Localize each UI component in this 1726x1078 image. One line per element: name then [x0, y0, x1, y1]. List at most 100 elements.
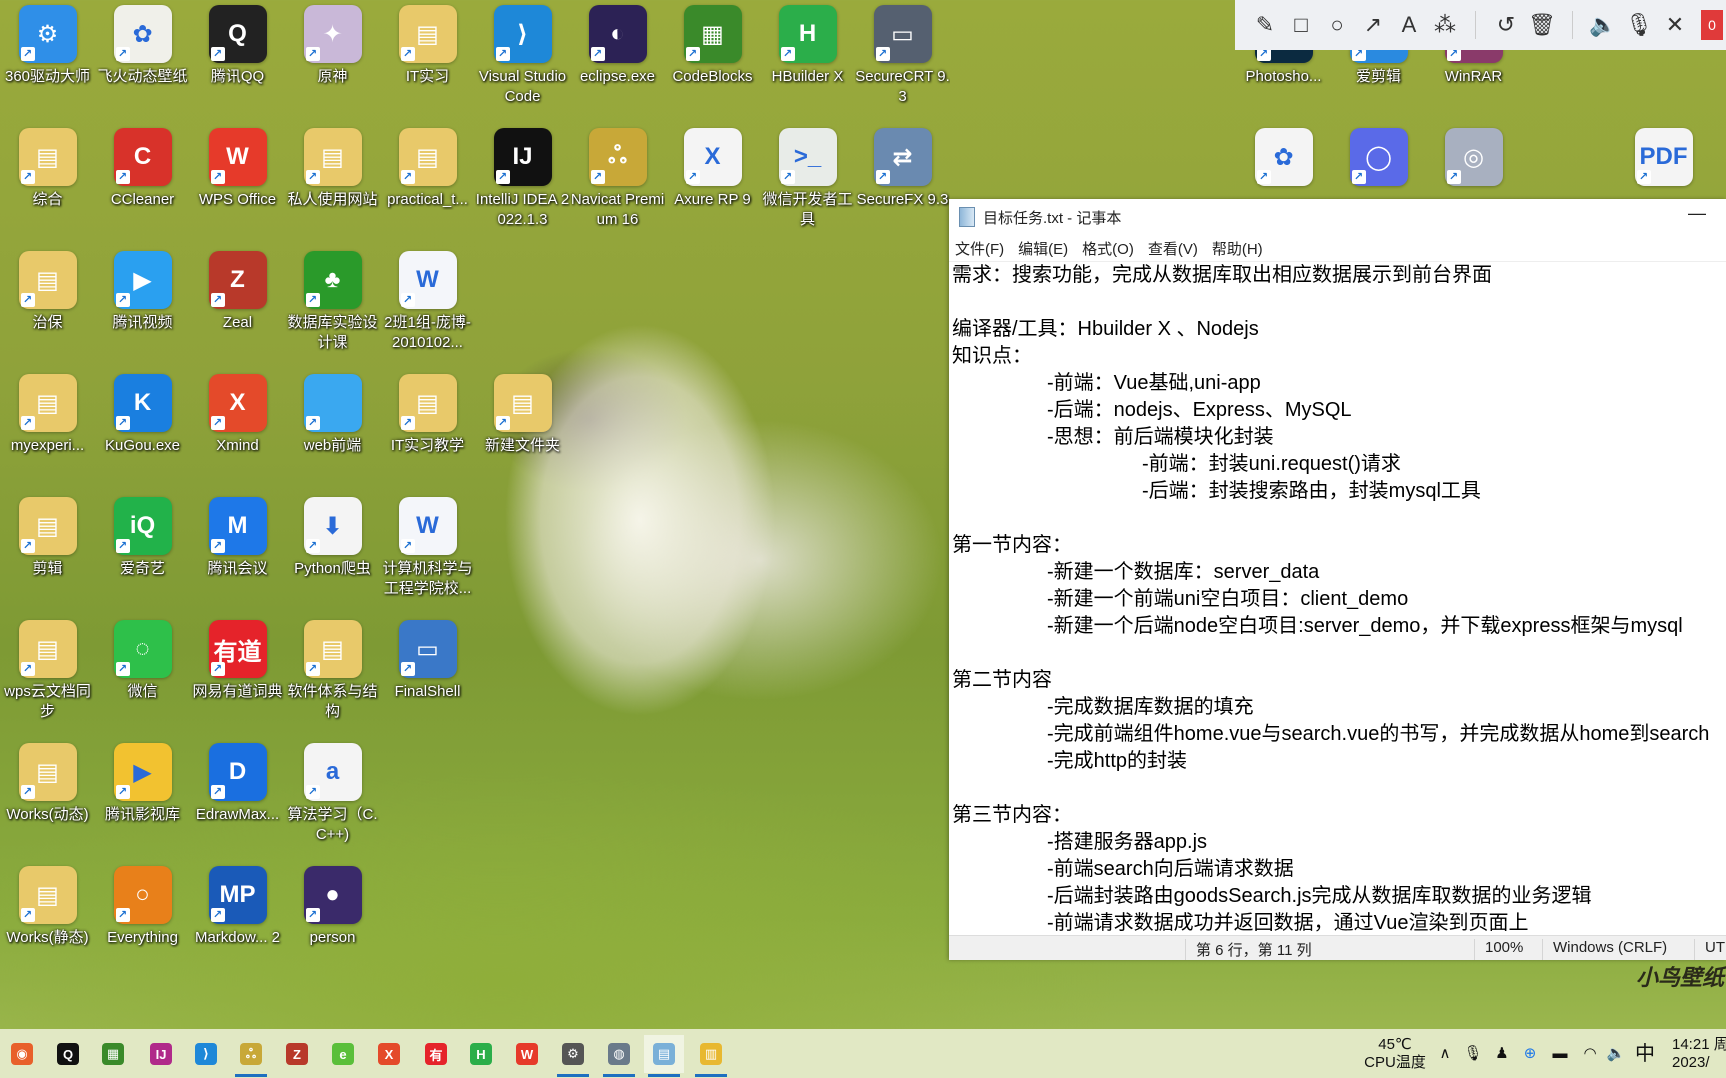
- battery-icon[interactable]: ▬: [1548, 1029, 1572, 1078]
- desktop-icon-hbuilder-x[interactable]: H ↗ HBuilder X: [760, 5, 855, 87]
- desktop-icon-markdow-2[interactable]: MP ↗ Markdow... 2: [190, 866, 285, 948]
- taskbar-settings[interactable]: ⚙: [553, 1035, 593, 1077]
- desktop-icon-navicat-premium-16[interactable]: ஃ ↗ Navicat Premium 16: [570, 128, 665, 230]
- desktop-icon-腾讯会议[interactable]: M ↗ 腾讯会议: [190, 497, 285, 579]
- menu-edit[interactable]: 编辑(E): [1018, 238, 1068, 259]
- rectangle-icon[interactable]: □: [1283, 7, 1319, 43]
- arrow-icon[interactable]: ↗: [1355, 7, 1391, 43]
- desktop-icon-治保[interactable]: ▤ ↗ 治保: [0, 251, 95, 333]
- taskbar-codeblocks[interactable]: ▦: [93, 1035, 133, 1073]
- taskbar-zeal[interactable]: Z: [277, 1035, 317, 1073]
- taskbar-qq[interactable]: Q: [48, 1035, 88, 1073]
- close-icon[interactable]: ✕: [1657, 7, 1693, 43]
- text-editor[interactable]: 需求：搜索功能，完成从数据库取出相应数据展示到前台界面 编译器/工具：Hbuild…: [952, 262, 1726, 935]
- desktop-icon-securefx-9-3[interactable]: ⇄ ↗ SecureFX 9.3: [855, 128, 950, 210]
- taskbar-intellij-idea[interactable]: IJ: [141, 1035, 181, 1073]
- desktop-icon-网易有道词典[interactable]: 有道 ↗ 网易有道词典: [190, 620, 285, 702]
- minimize-button[interactable]: —: [1688, 203, 1706, 224]
- desktop-icon-ccleaner[interactable]: C ↗ CCleaner: [95, 128, 190, 210]
- desktop-icon-label: 算法学习（C.C++): [287, 806, 378, 843]
- desktop-icon-kugou-exe[interactable]: K ↗ KuGou.exe: [95, 374, 190, 456]
- desktop-icon-person[interactable]: ● ↗ person: [285, 866, 380, 948]
- desktop-icon-visual-studio-code[interactable]: ⟩ ↗ Visual Studio Code: [475, 5, 570, 107]
- magic-wand-icon[interactable]: ⁂: [1427, 7, 1463, 43]
- desktop-icon-intellij-idea-2022-1-3[interactable]: IJ ↗ IntelliJ IDEA 2022.1.3: [475, 128, 570, 230]
- taskbar-navicat[interactable]: ஃ: [231, 1035, 271, 1077]
- desktop-icon-综合[interactable]: ▤ ↗ 综合: [0, 128, 95, 210]
- desktop-icon-腾讯视频[interactable]: ▶ ↗ 腾讯视频: [95, 251, 190, 333]
- desktop-icon-practical-t[interactable]: ▤ ↗ practical_t...: [380, 128, 475, 210]
- taskbar-hbuilder[interactable]: H: [461, 1035, 501, 1073]
- desktop-icon-codeblocks[interactable]: ▦ ↗ CodeBlocks: [665, 5, 760, 87]
- desktop-icon-zeal[interactable]: Z ↗ Zeal: [190, 251, 285, 333]
- menu-view[interactable]: 查看(V): [1148, 238, 1198, 259]
- taskbar-file-explorer[interactable]: ▥: [691, 1035, 731, 1077]
- desktop-icon-计算机科学与工程学院校[interactable]: W ↗ 计算机科学与工程学院校...: [380, 497, 475, 599]
- desktop-icon-python爬虫[interactable]: ⬇ ↗ Python爬虫: [285, 497, 380, 579]
- desktop-icon-works-静态[interactable]: ▤ ↗ Works(静态): [0, 866, 95, 948]
- circle-icon[interactable]: ○: [1319, 7, 1355, 43]
- desktop-icon-腾讯影视库[interactable]: ▶ ↗ 腾讯影视库: [95, 743, 190, 825]
- taskbar-wps[interactable]: W: [507, 1035, 547, 1073]
- taskbar-firefox[interactable]: ◉: [2, 1035, 42, 1073]
- desktop-icon-xmind[interactable]: X ↗ Xmind: [190, 374, 285, 456]
- desktop-icon-edrawmax[interactable]: D ↗ EdrawMax...: [190, 743, 285, 825]
- desktop-icon-item[interactable]: PDF ↗: [1616, 128, 1711, 190]
- desktop-icon-finalshell[interactable]: ▭ ↗ FinalShell: [380, 620, 475, 702]
- speaker-icon[interactable]: 🔈: [1585, 7, 1621, 43]
- taskbar-youdao[interactable]: 有: [416, 1035, 456, 1073]
- qq-tray-icon[interactable]: ♟: [1490, 1029, 1514, 1078]
- desktop-icon-works-动态[interactable]: ▤ ↗ Works(动态): [0, 743, 95, 825]
- desktop-icon-原神[interactable]: ✦ ↗ 原神: [285, 5, 380, 87]
- desktop-icon-web前端[interactable]: ↗ web前端: [285, 374, 380, 456]
- desktop-icon-微信开发者工具[interactable]: >_ ↗ 微信开发者工具: [760, 128, 855, 230]
- desktop-icon-axure-rp-9[interactable]: X ↗ Axure RP 9: [665, 128, 760, 210]
- taskbar-vscode[interactable]: ⟩: [186, 1035, 226, 1073]
- menu-format[interactable]: 格式(O): [1082, 238, 1134, 259]
- desktop-icon-新建文件夹[interactable]: ▤ ↗ 新建文件夹: [475, 374, 570, 456]
- clock[interactable]: 14:21 周 2023/: [1672, 1029, 1726, 1078]
- taskbar-xmind[interactable]: X: [369, 1035, 409, 1073]
- desktop-icon-腾讯qq[interactable]: Q ↗ 腾讯QQ: [190, 5, 285, 87]
- desktop-icon-it实习[interactable]: ▤ ↗ IT实习: [380, 5, 475, 87]
- desktop-icon-it实习教学[interactable]: ▤ ↗ IT实习教学: [380, 374, 475, 456]
- pencil-icon[interactable]: ✎: [1247, 7, 1283, 43]
- desktop-icon-算法学习-c-c[interactable]: a ↗ 算法学习（C.C++): [285, 743, 380, 845]
- desktop-icon-item[interactable]: ✿ ↗: [1236, 128, 1331, 190]
- show-hidden-icons-chevron-icon[interactable]: ∧: [1434, 1029, 1456, 1078]
- desktop-icon-eclipse-exe[interactable]: ◐ ↗ eclipse.exe: [570, 5, 665, 87]
- record-timer-badge[interactable]: 0: [1701, 10, 1723, 40]
- menu-file[interactable]: 文件(F): [955, 238, 1004, 259]
- desktop-icon-wps-office[interactable]: W ↗ WPS Office: [190, 128, 285, 210]
- desktop-icon-私人使用网站[interactable]: ▤ ↗ 私人使用网站: [285, 128, 380, 210]
- taskbar-notepad[interactable]: ▤: [644, 1035, 684, 1077]
- cpu-temperature[interactable]: 45℃ CPU温度: [1355, 1029, 1435, 1078]
- volume-icon[interactable]: 🔈: [1604, 1029, 1628, 1078]
- desktop-icon-securecrt-9-3[interactable]: ▭ ↗ SecureCRT 9.3: [855, 5, 950, 107]
- undo-icon[interactable]: ↺: [1488, 7, 1524, 43]
- desktop-icon-item[interactable]: ◎ ↗: [1426, 128, 1521, 190]
- desktop-icon-wps云文档同步[interactable]: ▤ ↗ wps云文档同步: [0, 620, 95, 722]
- notepad-window[interactable]: 目标任务.txt - 记事本 — 文件(F) 编辑(E) 格式(O) 查看(V)…: [949, 199, 1726, 960]
- desktop-icon-飞火动态壁纸[interactable]: ✿ ↗ 飞火动态壁纸: [95, 5, 190, 87]
- desktop-icon-2班1组-庞博-2010102[interactable]: W ↗ 2班1组-庞博-2010102...: [380, 251, 475, 353]
- update-tray-icon[interactable]: ⊕: [1518, 1029, 1542, 1078]
- trash-icon[interactable]: 🗑: [1524, 7, 1560, 43]
- microphone-icon[interactable]: 🎙: [1462, 1029, 1484, 1078]
- taskbar-photos[interactable]: ◍: [599, 1035, 639, 1077]
- input-method-indicator[interactable]: 中: [1630, 1029, 1660, 1078]
- wifi-icon[interactable]: ◠: [1578, 1029, 1602, 1078]
- desktop-icon-item[interactable]: ◯ ↗: [1331, 128, 1426, 190]
- desktop-icon-everything[interactable]: ○ ↗ Everything: [95, 866, 190, 948]
- desktop-icon-爱奇艺[interactable]: iQ ↗ 爱奇艺: [95, 497, 190, 579]
- desktop-icon-微信[interactable]: ◌ ↗ 微信: [95, 620, 190, 702]
- menu-help[interactable]: 帮助(H): [1212, 238, 1263, 259]
- taskbar-browser[interactable]: e: [323, 1035, 363, 1073]
- microphone-icon[interactable]: 🎙: [1621, 7, 1657, 43]
- desktop-icon-剪辑[interactable]: ▤ ↗ 剪辑: [0, 497, 95, 579]
- desktop-icon-myexperi[interactable]: ▤ ↗ myexperi...: [0, 374, 95, 456]
- desktop-icon-软件体系与结构[interactable]: ▤ ↗ 软件体系与结构: [285, 620, 380, 722]
- desktop-icon-数据库实验设计课[interactable]: ♣ ↗ 数据库实验设计课: [285, 251, 380, 353]
- desktop-icon-360驱动大师[interactable]: ⚙ ↗ 360驱动大师: [0, 5, 95, 87]
- text-icon[interactable]: A: [1391, 7, 1427, 43]
